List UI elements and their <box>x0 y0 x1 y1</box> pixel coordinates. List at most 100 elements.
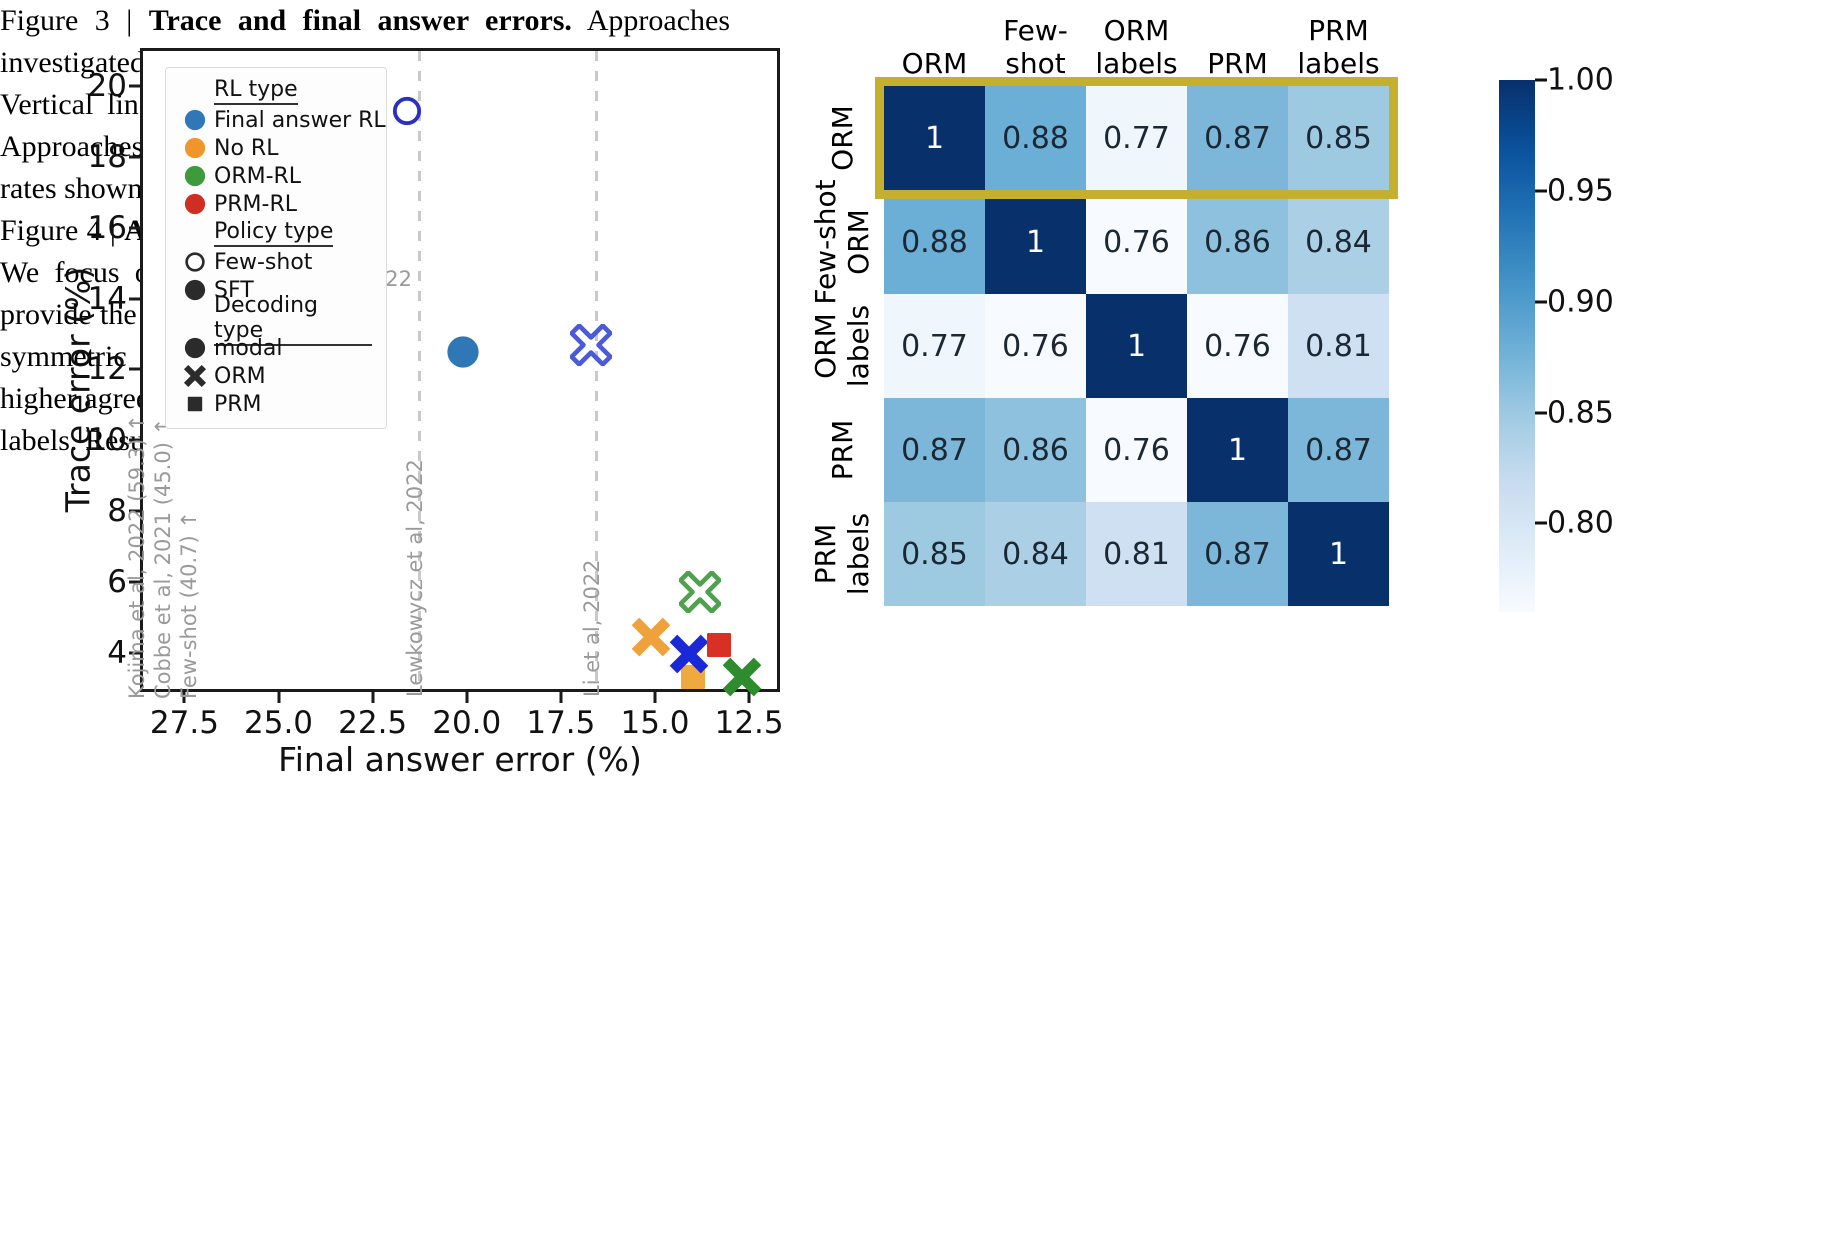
heatmap-column-header-line2: labels <box>1095 47 1178 80</box>
x-axis-tick-label: 22.5 <box>338 705 408 741</box>
x-axis-tick-mark <box>465 689 469 703</box>
heatmap-row-header-line1: ORM <box>809 313 842 379</box>
chart-legend: RL type Final answer RL No RL ORM-RL PRM-RL P… <box>165 67 387 429</box>
data-point-marker <box>704 630 734 660</box>
data-point-marker <box>446 335 480 369</box>
heatmap-column-header-line2: PRM <box>1207 47 1268 80</box>
data-point-marker <box>678 570 722 615</box>
colorbar-tick-mark <box>1535 411 1547 414</box>
x-axis-tick-label: 17.5 <box>526 705 596 741</box>
heatmap-cell: 0.76 <box>1086 398 1187 502</box>
heatmap-cell: 0.88 <box>884 190 985 294</box>
heatmap-cell: 0.81 <box>1288 294 1389 398</box>
legend-item: ORM <box>176 362 372 390</box>
figure-3-scatter-plot: 4 6 8 10 12 14 16 18 20 27.5 25.0 22.5 20.0 17.5 15.0 1… <box>20 14 784 779</box>
reference-vline-label: Li et al, 2022 <box>579 559 604 697</box>
legend-item-marker-x-icon <box>176 364 214 388</box>
legend-item: Final answer RL <box>176 106 386 134</box>
legend-group-heading-row: Policy type <box>176 218 372 248</box>
data-point-marker <box>630 616 672 658</box>
x-axis-tick-label: 20.0 <box>432 705 502 741</box>
heatmap-row-header-line2: PRM <box>825 419 859 481</box>
legend-item-marker-circle-icon <box>176 165 214 187</box>
x-axis-tick-mark <box>277 689 281 703</box>
off-chart-annotation: Few-shot (40.7) ↑ <box>177 510 201 699</box>
heatmap-cell: 0.77 <box>884 294 985 398</box>
legend-group-heading: RL type <box>214 77 298 105</box>
off-chart-annotation: Cobbe et al, 2021 (45.0) ↑ <box>151 417 175 699</box>
y-axis-tick-mark <box>129 297 143 301</box>
y-axis-tick-mark <box>129 226 143 230</box>
y-axis-tick-mark <box>129 84 143 88</box>
heatmap-cell: 1 <box>1288 502 1389 606</box>
legend-item-marker-circle-icon <box>176 109 214 131</box>
legend-item-marker-circle-icon <box>176 279 214 301</box>
heatmap-column-header-line1 <box>884 14 985 47</box>
heatmap-cell: 0.84 <box>985 502 1086 606</box>
figure-page: 4 6 8 10 12 14 16 18 20 27.5 25.0 22.5 20.0 17.5 15.0 1… <box>0 0 1844 1254</box>
heatmap-cell: 0.87 <box>1187 502 1288 606</box>
heatmap-colorbar <box>1499 80 1535 612</box>
heatmap-column-header-line1: Few-shot <box>1003 14 1068 80</box>
figure-4-heatmap: ORMFew-shotORMORMlabels PRMPRMlabelsORMF… <box>790 14 1830 684</box>
x-axis-tick-mark <box>371 689 375 703</box>
heatmap-cell: 0.86 <box>1187 190 1288 294</box>
legend-item-label: Final answer RL <box>214 107 386 133</box>
heatmap-column-header-line1: ORM <box>1103 14 1170 47</box>
heatmap-column-header-line2: labels <box>1297 47 1380 80</box>
legend-item: ORM-RL <box>176 162 372 190</box>
data-point-marker <box>721 656 763 698</box>
heatmap-row-header: PRM labels <box>804 502 880 606</box>
x-axis-tick-label: 15.0 <box>620 705 690 741</box>
legend-item-label: modal <box>214 335 283 361</box>
legend-item-marker-circle-icon <box>176 137 214 159</box>
heatmap-row-header-text: PRM <box>826 420 859 481</box>
heatmap-column-header-line1: PRM <box>1308 14 1369 47</box>
legend-group-heading-row: Decoding type <box>176 293 372 346</box>
legend-item-marker-circle-icon <box>176 251 214 273</box>
heatmap-column-header: ORM labels <box>1086 14 1187 80</box>
heatmap-row-header: PRM <box>804 398 880 502</box>
legend-item-label: No RL <box>214 135 279 161</box>
colorbar-tick-mark <box>1535 78 1547 82</box>
colorbar-tick-label: 0.95 <box>1547 173 1614 209</box>
heatmap-row-header-text: ORM labels <box>809 305 875 387</box>
heatmap-row-header: ORM labels <box>804 294 880 398</box>
heatmap-column-header: PRM labels <box>1288 14 1389 80</box>
x-axis-title: Final answer error (%) <box>278 740 642 779</box>
y-axis-tick-mark <box>129 155 143 159</box>
colorbar-tick-mark <box>1535 300 1547 304</box>
heatmap-row-header-line2: labels <box>842 512 875 596</box>
heatmap-cell: 0.81 <box>1086 502 1187 606</box>
reference-vline-label: Lewkowycz et al, 2022 <box>402 459 427 697</box>
heatmap-cell: 0.87 <box>884 398 985 502</box>
heatmap-cell: 0.86 <box>985 398 1086 502</box>
legend-item-marker-square-icon <box>176 395 214 413</box>
heatmap-cell: 0.87 <box>1288 398 1389 502</box>
heatmap-row-header-line2: ORM <box>825 105 859 171</box>
legend-item-label: PRM <box>214 391 262 417</box>
orm-row-highlight-box <box>875 77 1398 199</box>
heatmap-row-header-line1: Few-shot <box>809 179 842 305</box>
y-axis-title: Trace error (%) <box>58 266 98 513</box>
x-axis-tick-label: 25.0 <box>244 705 314 741</box>
heatmap-cell: 0.76 <box>1086 190 1187 294</box>
heatmap-cell: 0.76 <box>1187 294 1288 398</box>
legend-item-label: ORM-RL <box>214 163 302 189</box>
heatmap-row-header-line2: labels <box>842 304 875 388</box>
off-chart-annotation: Kojima et al, 2022 (59.3) ↑ <box>125 414 149 699</box>
heatmap-cell: 1 <box>1086 294 1187 398</box>
legend-group-heading: Policy type <box>214 219 334 247</box>
colorbar-tick-label: 1.00 <box>1547 62 1614 98</box>
legend-item: Few-shot <box>176 248 372 276</box>
heatmap-column-header: ORM <box>884 14 985 80</box>
legend-item: PRM <box>176 390 372 418</box>
heatmap-row-header-line1: PRM <box>809 523 842 585</box>
x-axis-tick-mark <box>653 689 657 703</box>
legend-item: PRM-RL <box>176 190 372 218</box>
x-axis-tick-label: 27.5 <box>149 705 219 741</box>
colorbar-tick-label: 0.85 <box>1547 395 1614 430</box>
y-axis-tick-mark <box>129 367 143 371</box>
heatmap-column-header: PRM <box>1187 14 1288 80</box>
heatmap-row-header-line2: ORM <box>842 209 875 275</box>
